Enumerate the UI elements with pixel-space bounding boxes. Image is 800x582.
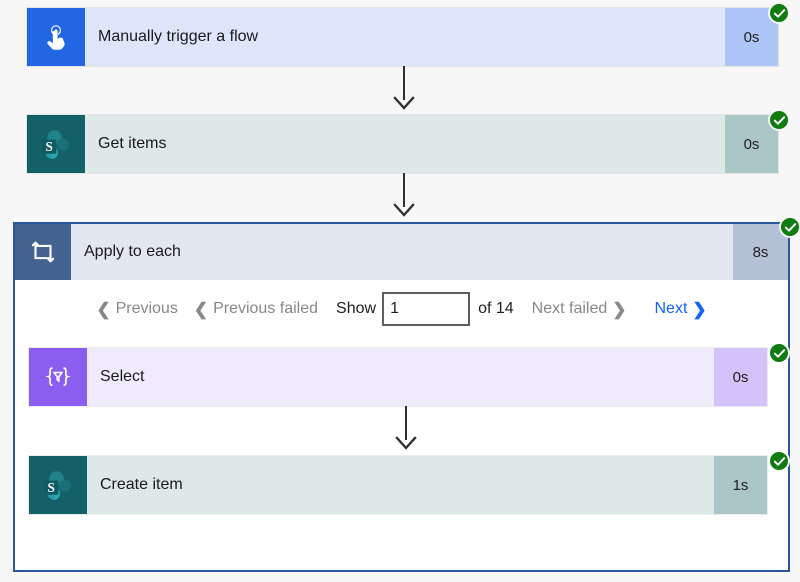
next-button-label: Next — [654, 300, 688, 317]
page-number-input[interactable] — [382, 292, 471, 326]
previous-button[interactable]: ❮ Previous — [88, 298, 186, 320]
svg-text:S: S — [48, 480, 55, 495]
previous-failed-button[interactable]: ❮ Previous failed — [186, 298, 326, 320]
chevron-right-icon: ❯ — [612, 299, 627, 319]
scope-pagination-bar: ❮ Previous ❮ Previous failed Show of 14 … — [15, 286, 788, 332]
loop-icon — [15, 224, 71, 280]
chevron-left-icon: ❮ — [193, 299, 209, 319]
previous-failed-button-label: Previous failed — [213, 300, 319, 317]
status-badge-succeeded — [768, 2, 790, 24]
chevron-right-icon: ❯ — [692, 299, 707, 319]
next-failed-button-label: Next failed — [531, 300, 608, 317]
status-badge-succeeded — [768, 342, 790, 364]
flow-node-title: Get items — [85, 115, 725, 173]
sharepoint-icon: S — [29, 456, 87, 514]
connector-arrow-down — [392, 173, 416, 218]
chevron-left-icon: ❮ — [96, 299, 111, 319]
flow-node-create-item[interactable]: S Create item 1s — [29, 456, 767, 514]
flow-node-title: Manually trigger a flow — [85, 8, 725, 66]
tap-hand-icon — [27, 8, 85, 66]
status-badge-succeeded — [768, 109, 790, 131]
flow-run-canvas: Manually trigger a flow 0s S Get items 0… — [0, 0, 800, 582]
svg-text:S: S — [46, 139, 53, 154]
scope-header[interactable]: Apply to each 8s — [15, 224, 788, 280]
flow-node-duration: 0s — [714, 348, 767, 406]
next-button[interactable]: Next ❯ — [647, 298, 715, 320]
next-failed-button[interactable]: Next failed ❯ — [524, 298, 635, 320]
flow-node-title: Select — [87, 348, 714, 406]
connector-arrow-down — [392, 66, 416, 111]
flow-node-select[interactable]: Select 0s — [29, 348, 767, 406]
status-badge-succeeded — [768, 450, 790, 472]
show-label: Show — [336, 300, 377, 317]
status-badge-succeeded — [779, 216, 800, 238]
sharepoint-icon: S — [27, 115, 85, 173]
previous-button-label: Previous — [115, 300, 178, 317]
connector-arrow-down — [394, 406, 418, 451]
scope-title: Apply to each — [71, 224, 733, 280]
flow-node-duration: 1s — [714, 456, 767, 514]
page-total-label: of 14 — [478, 300, 514, 317]
select-braces-filter-icon — [29, 348, 87, 406]
flow-node-title: Create item — [87, 456, 714, 514]
flow-node-manually-trigger-a-flow[interactable]: Manually trigger a flow 0s — [27, 8, 778, 66]
flow-node-get-items[interactable]: S Get items 0s — [27, 115, 778, 173]
scope-apply-to-each: Apply to each 8s ❮ Previous ❮ Previous f… — [13, 222, 790, 572]
